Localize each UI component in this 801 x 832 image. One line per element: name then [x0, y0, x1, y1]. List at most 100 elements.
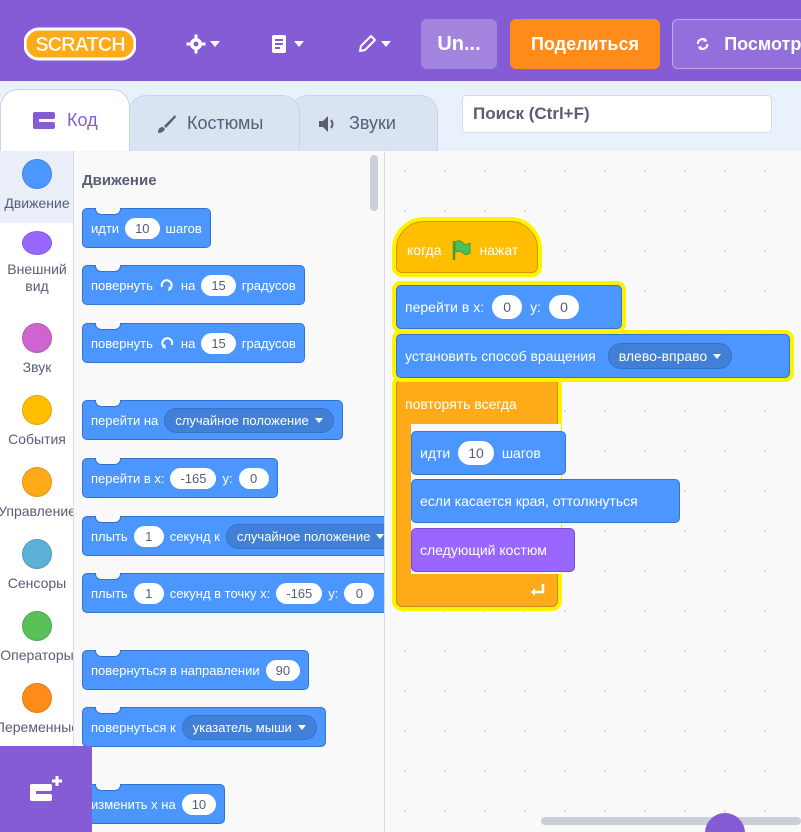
steps-input[interactable]: 10 [125, 217, 160, 239]
degrees-input[interactable]: 15 [201, 332, 236, 354]
category-events[interactable]: События [0, 387, 73, 459]
block-move-steps[interactable]: идти 10 шагов [82, 208, 211, 248]
block-text: секунд к [169, 528, 220, 544]
category-control[interactable]: Управление [0, 459, 74, 531]
block-next-costume[interactable]: следующий костюм [411, 528, 575, 572]
category-dot [22, 611, 52, 641]
dropdown-value: указатель мыши [192, 719, 292, 735]
rotation-style-dropdown[interactable]: влево-вправо [607, 343, 733, 369]
block-point-towards[interactable]: повернуться к указатель мыши [82, 707, 326, 747]
tab-costumes-label: Костюмы [187, 113, 264, 133]
y-input[interactable]: 0 [344, 582, 375, 604]
menu-bar: SCRATCH Un... Поделиться Посмотреть [0, 0, 801, 81]
block-text: перейти на [91, 412, 159, 428]
code-icon [33, 111, 55, 129]
block-text: перейти в x: [405, 299, 485, 315]
category-looks[interactable]: Внешний вид [0, 223, 73, 295]
block-text: на [180, 277, 196, 293]
settings-menu[interactable] [186, 22, 220, 66]
block-text: секунд в точку x: [169, 585, 271, 601]
share-button[interactable]: Поделиться [510, 19, 660, 69]
block-text: y: [530, 299, 541, 315]
block-goto-xy[interactable]: перейти в x: -165 y: 0 [82, 458, 278, 498]
block-set-rotation-style[interactable]: установить способ вращения влево-вправо [396, 334, 790, 378]
category-motion[interactable]: Движение [0, 151, 73, 223]
palette-heading: Движение [82, 172, 157, 189]
scratch-editor: SCRATCH Un... Поделиться Посмотреть Звук… [0, 0, 801, 832]
tab-sounds[interactable]: Звуки [290, 95, 438, 151]
svg-text:SCRATCH: SCRATCH [35, 34, 125, 56]
chevron-down-icon [376, 533, 384, 539]
goto-target-dropdown[interactable]: случайное положение [164, 407, 334, 433]
tab-sounds-label: Звуки [349, 113, 396, 133]
project-title-input[interactable]: Un... [421, 19, 497, 69]
tab-costumes[interactable]: Костюмы [128, 95, 300, 151]
category-sensing[interactable]: Сенсоры [0, 531, 73, 603]
direction-input[interactable]: 90 [265, 659, 301, 681]
block-change-x[interactable]: изменить х на 10 [82, 784, 226, 824]
category-dot [22, 395, 52, 425]
category-sound[interactable]: Звук [0, 315, 73, 387]
y-input[interactable]: 0 [549, 295, 579, 319]
block-text: градусов [241, 335, 296, 351]
chevron-down-icon [297, 724, 306, 730]
category-label: Управление [0, 503, 74, 519]
script-workspace[interactable]: повторять всегда когда нажат перейти в x… [385, 151, 801, 832]
block-point-direction[interactable]: повернуться в направлении 90 [82, 650, 310, 690]
category-label: События [8, 431, 66, 447]
block-text: следующий костюм [420, 542, 547, 558]
brush-icon [158, 114, 176, 133]
category-menu: Движение Внешний вид Звук События Управл… [0, 151, 74, 832]
towards-dropdown[interactable]: указатель мыши [181, 714, 317, 740]
loop-arrow-icon [531, 584, 545, 596]
rotate-right-icon [160, 279, 173, 291]
see-project-page-button[interactable]: Посмотреть [672, 19, 801, 69]
block-text: изменить х на [91, 796, 176, 812]
search-input[interactable]: Поиск (Ctrl+F) [462, 95, 772, 133]
block-glide[interactable]: плыть 1 секунд к случайное положение [82, 516, 384, 556]
y-input[interactable]: 0 [238, 467, 269, 489]
steps-input[interactable]: 10 [458, 441, 494, 465]
chevron-down-icon [210, 41, 220, 47]
x-input[interactable]: -165 [170, 467, 217, 489]
scratch-logo[interactable]: SCRATCH [24, 26, 136, 62]
category-variables[interactable]: Переменные [0, 675, 73, 747]
block-goto-xy[interactable]: перейти в x: 0 y: 0 [396, 285, 622, 329]
category-label: Операторы [0, 647, 74, 663]
block-text: шагов [165, 220, 202, 236]
block-text: плыть [91, 528, 128, 544]
seconds-input[interactable]: 1 [133, 582, 164, 604]
rotate-left-icon [161, 337, 174, 349]
block-turn-left[interactable]: повернуть на 15 градусов [82, 323, 305, 363]
category-dot [22, 683, 52, 713]
block-bounce-on-edge[interactable]: если касается края, оттолкнуться [411, 479, 680, 523]
block-text: шагов [501, 445, 541, 461]
block-text: на [180, 335, 196, 351]
block-text: установить способ вращения [405, 348, 596, 364]
block-when-flag-clicked[interactable]: когда нажат [396, 221, 538, 273]
edit-pencil-icon [359, 35, 376, 52]
block-text: идти [420, 445, 451, 461]
x-input[interactable]: -165 [276, 582, 323, 604]
glide-target-dropdown[interactable]: случайное положение [225, 523, 384, 549]
extension-add-icon [30, 776, 62, 801]
degrees-input[interactable]: 15 [201, 274, 236, 296]
category-operators[interactable]: Операторы [0, 603, 74, 675]
green-flag-icon [452, 240, 471, 260]
block-turn-right[interactable]: повернуть на 15 градусов [82, 265, 305, 305]
block-text: если касается края, оттолкнуться [420, 493, 638, 509]
chevron-down-icon [294, 41, 304, 47]
block-move-steps[interactable]: идти 10 шагов [411, 431, 566, 475]
seconds-input[interactable]: 1 [133, 525, 164, 547]
edit-menu[interactable] [357, 22, 391, 66]
dropdown-value: случайное положение [236, 528, 371, 544]
x-input[interactable]: 0 [492, 295, 523, 319]
add-extension-button[interactable] [0, 746, 92, 832]
tab-code[interactable]: Код [0, 89, 130, 151]
workspace-scrollbar[interactable] [541, 817, 801, 825]
change-x-input[interactable]: 10 [181, 793, 217, 815]
block-goto[interactable]: перейти на случайное положение [82, 400, 343, 440]
block-glide-xy[interactable]: плыть 1 секунд в точку x: -165 y: 0 [82, 573, 384, 613]
palette-scrollbar[interactable] [370, 155, 378, 211]
file-menu[interactable] [270, 22, 304, 66]
